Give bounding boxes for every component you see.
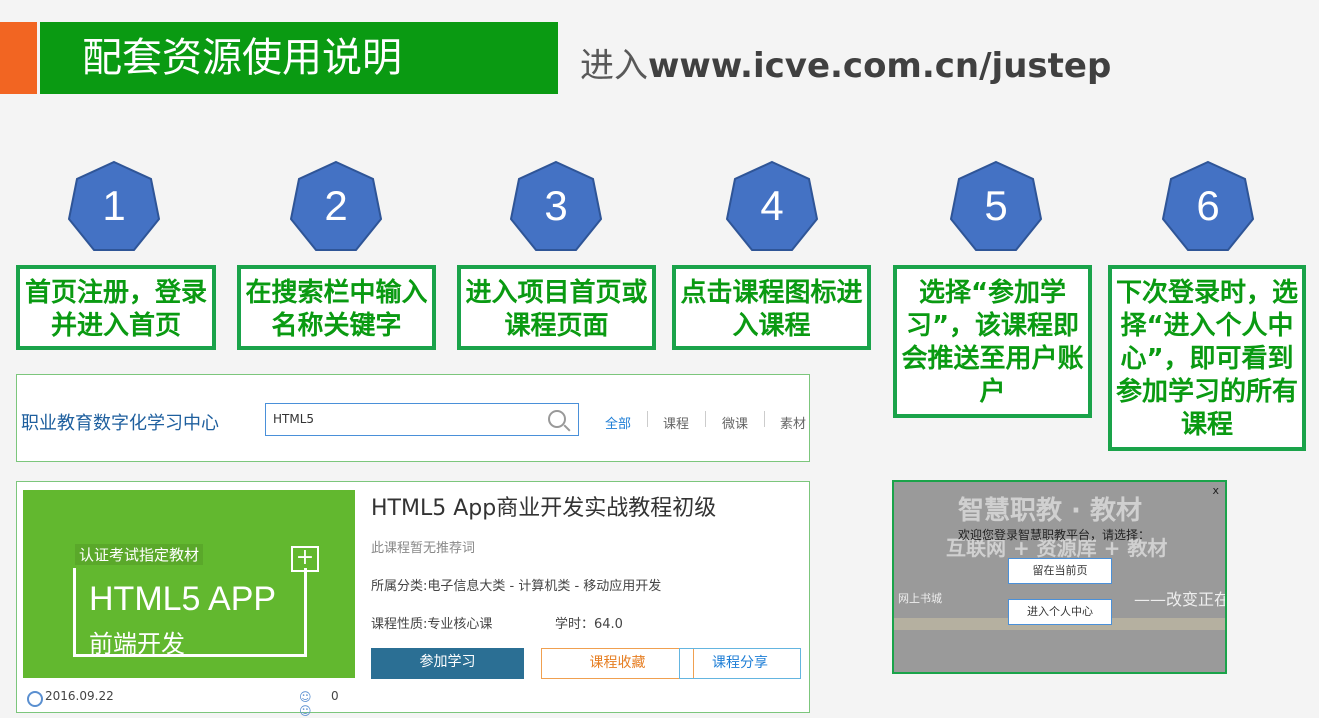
plus-icon: + xyxy=(291,546,319,572)
step-3-number: 3 xyxy=(544,182,568,229)
step-2-number: 2 xyxy=(324,182,348,229)
search-icon[interactable] xyxy=(548,410,566,428)
nav-divider xyxy=(705,411,706,427)
nav-materials[interactable]: 素材 xyxy=(780,413,806,432)
stay-on-page-button[interactable]: 留在当前页 xyxy=(1008,558,1112,584)
step-6-heptagon: 6 xyxy=(1162,160,1254,252)
favorite-course-button[interactable]: 课程收藏 xyxy=(541,648,694,679)
course-title[interactable]: HTML5 App商业开发实战教程初级 xyxy=(371,490,716,522)
course-nature: 课程性质:专业核心课 xyxy=(371,617,493,632)
cover-subtitle: 前端开发 xyxy=(89,630,185,658)
step-5-number: 5 xyxy=(984,182,1008,229)
step-4-number: 4 xyxy=(760,182,784,229)
step-6-number: 6 xyxy=(1196,182,1220,229)
cover-title: HTML5 APP xyxy=(89,580,277,618)
orange-accent-bar xyxy=(0,22,37,94)
nav-divider xyxy=(647,411,648,427)
step-4-description: 点击课程图标进入课程 xyxy=(672,265,871,350)
close-icon[interactable]: x xyxy=(1212,484,1219,497)
course-hours: 学时：64.0 xyxy=(555,617,623,632)
enter-personal-center-button[interactable]: 进入个人中心 xyxy=(1008,599,1112,625)
background-title: 智慧职教 · 教材 xyxy=(958,496,1142,526)
share-course-button[interactable]: 课程分享 xyxy=(679,648,801,679)
search-bar-screenshot: 职业教育数字化学习中心 HTML5 全部 课程 微课 素材 xyxy=(16,374,810,462)
course-category: 所属分类:电子信息大类 - 计算机类 - 移动应用开发 xyxy=(371,579,662,594)
step-5-heptagon: 5 xyxy=(950,160,1042,252)
join-course-button[interactable]: 参加学习 xyxy=(371,648,524,679)
subtitle-prefix: 进入 xyxy=(580,46,648,86)
nav-divider xyxy=(764,411,765,427)
course-recommend: 此课程暂无推荐词 xyxy=(371,541,476,556)
step-1-description: 首页注册，登录并进入首页 xyxy=(16,265,216,350)
step-4-heptagon: 4 xyxy=(726,160,818,252)
nav-all[interactable]: 全部 xyxy=(605,413,631,432)
course-date: 2016.09.22 xyxy=(45,689,114,703)
nav-micro-courses[interactable]: 微课 xyxy=(722,413,748,432)
page-subtitle: 进入www.icve.com.cn/justep xyxy=(580,38,1111,87)
background-bookstore: 网上书城 xyxy=(898,592,942,605)
subtitle-url[interactable]: www.icve.com.cn/justep xyxy=(648,46,1111,86)
search-input[interactable]: HTML5 xyxy=(265,403,579,436)
clock-icon xyxy=(27,691,43,707)
step-2-description: 在搜索栏中输入名称关键字 xyxy=(237,265,436,350)
step-3-description: 进入项目首页或课程页面 xyxy=(457,265,656,350)
step-3-heptagon: 3 xyxy=(510,160,602,252)
nav-courses[interactable]: 课程 xyxy=(663,413,689,432)
background-slogan: ——改变正在 xyxy=(1134,590,1227,609)
step-5-description: 选择“参加学习”，该课程即会推送至用户账户 xyxy=(893,265,1092,418)
step-2-heptagon: 2 xyxy=(290,160,382,252)
step-1-number: 1 xyxy=(102,182,126,229)
learner-count: 0 xyxy=(331,689,339,703)
course-card-screenshot: 认证考试指定教材 + HTML5 APP 前端开发 HTML5 App商业开发实… xyxy=(16,481,810,718)
step-6-description: 下次登录时，选择“进入个人中心”，即可看到参加学习的所有课程 xyxy=(1108,265,1306,451)
people-icon: ☺☺ xyxy=(299,690,312,718)
choice-dialog-screenshot: 智慧职教 · 教材 互联网 + 资源库 + 教材 网上书城 ——改变正在 x 欢… xyxy=(892,480,1227,674)
step-1-heptagon: 1 xyxy=(68,160,160,252)
page-title: 配套资源使用说明 xyxy=(40,22,558,94)
platform-name[interactable]: 职业教育数字化学习中心 xyxy=(21,409,219,435)
dialog-welcome-text: 欢迎您登录智慧职教平台，请选择： xyxy=(958,528,1151,542)
search-input-value: HTML5 xyxy=(273,412,315,426)
course-cover-image[interactable]: 认证考试指定教材 + HTML5 APP 前端开发 xyxy=(23,490,355,678)
cover-badge: 认证考试指定教材 xyxy=(75,544,204,565)
